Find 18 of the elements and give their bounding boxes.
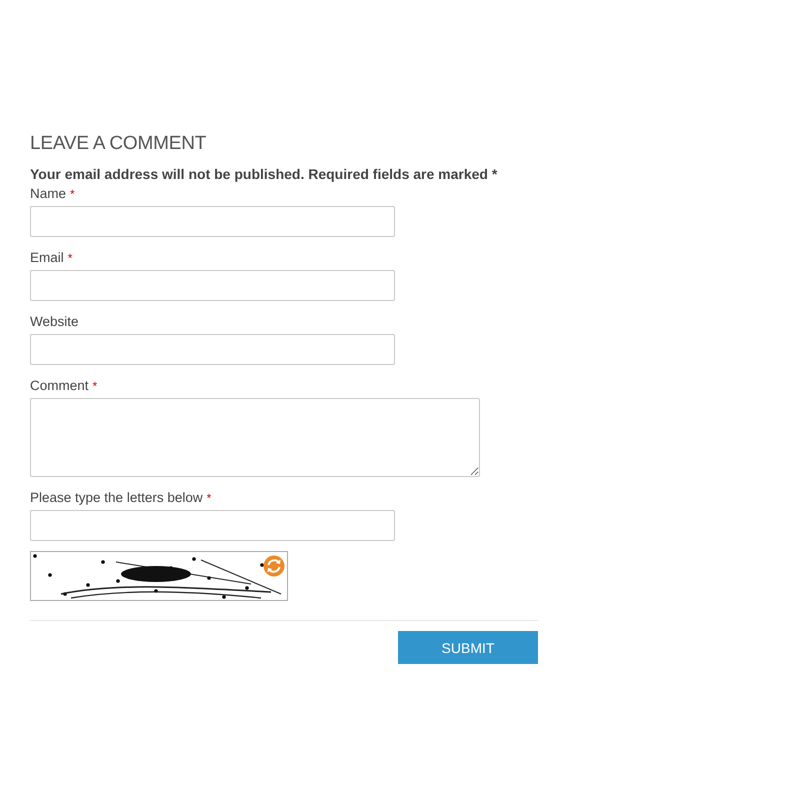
input-field[interactable]	[30, 206, 395, 237]
required-mark: *	[206, 491, 212, 505]
submit-button[interactable]: SUBMIT	[398, 631, 538, 664]
required-mark: *	[92, 379, 98, 393]
required-mark: *	[68, 251, 72, 265]
input-field[interactable]	[30, 270, 395, 301]
input-field[interactable]	[30, 334, 395, 365]
comment-field[interactable]	[30, 398, 480, 477]
field-label: Please type the letters below	[30, 490, 203, 505]
field-label: Website	[30, 314, 79, 329]
refresh-icon[interactable]	[263, 555, 285, 577]
field-label: Name	[30, 186, 66, 201]
notice-text: Your email address will not be published. Required fields are marked *	[30, 166, 498, 182]
input-field[interactable]	[30, 510, 395, 541]
required-mark: *	[70, 187, 75, 201]
section-heading: LEAVE A COMMENT	[30, 133, 208, 155]
field-label: Comment	[30, 378, 89, 393]
field-label: Email	[30, 250, 64, 265]
